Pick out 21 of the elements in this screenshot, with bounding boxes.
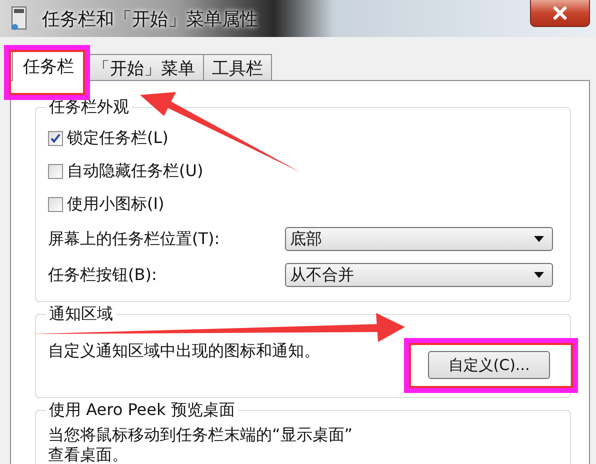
window-title: 任务栏和「开始」菜单属性 [42,8,258,30]
dropdown[interactable]: 底部 [285,227,553,251]
field-label: 屏幕上的任务栏位置(T): [48,228,221,250]
description-text: 当您将鼠标移动到任务栏末端的“显示桌面” [48,425,354,445]
field-label: 任务栏按钮(B): [48,264,158,286]
dropdown-arrow-icon [534,272,544,278]
tab[interactable]: 任务栏 [12,50,85,81]
description-text: 自定义通知区域中出现的图标和通知。 [48,341,320,362]
checkbox-label: 使用小图标(I) [67,194,164,215]
checkbox-label: 自动隐藏任务栏(U) [67,161,204,182]
checkbox[interactable] [48,164,63,179]
dropdown-arrow-icon [534,236,544,242]
tab[interactable]: 工具栏 [203,54,272,80]
dropdown[interactable]: 从不合并 [285,263,553,287]
description-text: 查看桌面。 [48,445,129,464]
close-button[interactable] [530,0,590,27]
checkbox-label: 锁定任务栏(L) [67,128,168,149]
checkbox[interactable] [48,131,63,146]
customize-button[interactable]: 自定义(C)... [428,351,550,379]
close-icon [552,6,568,20]
checkbox[interactable] [48,197,63,212]
